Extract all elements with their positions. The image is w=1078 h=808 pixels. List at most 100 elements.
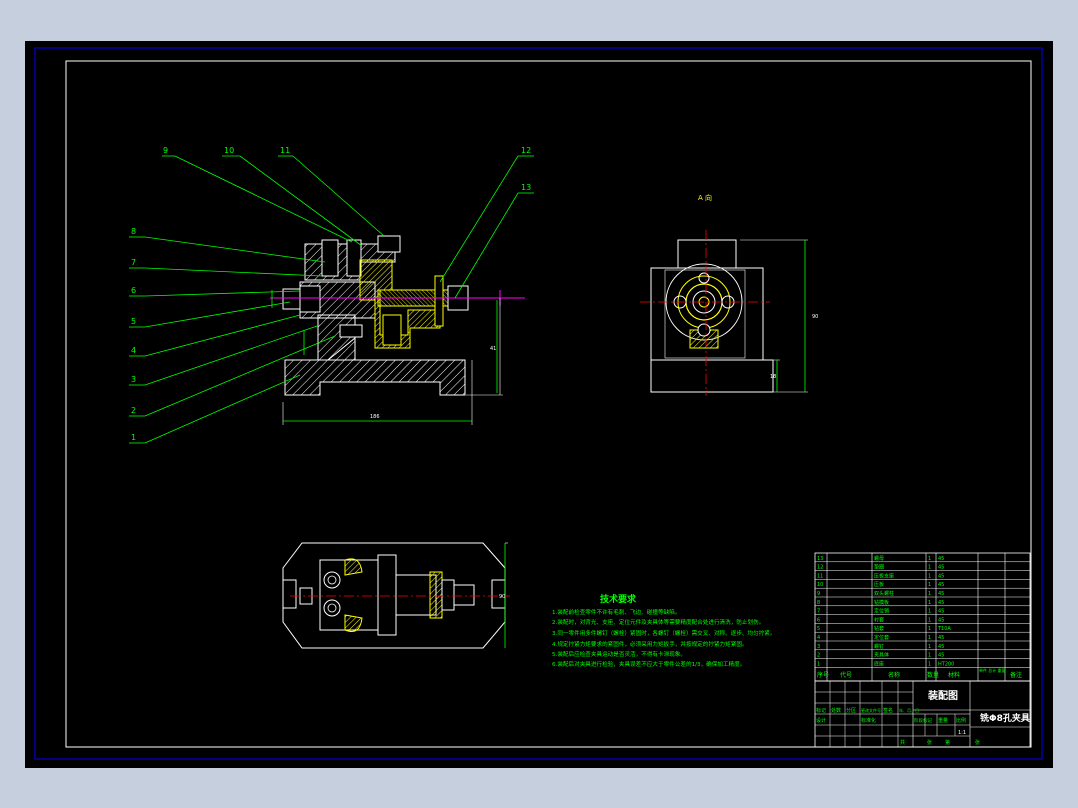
part-no: 3 <box>817 644 820 650</box>
part-qty: 1 <box>928 653 931 659</box>
cad-drawing: 9 10 11 12 13 8 7 6 5 4 3 2 1 186 41 A 向 <box>25 41 1053 768</box>
label-total: 共 <box>900 739 905 746</box>
label-standard: 标准化 <box>861 717 876 724</box>
part-qty: 1 <box>928 556 931 562</box>
part-name: 钻套 <box>874 625 884 632</box>
part-no: 12 <box>817 565 823 571</box>
label-design: 设计 <box>816 717 826 724</box>
part-material: 45 <box>938 582 944 588</box>
tech-item-5: 5.装配后应检查夹具运动是否灵活，不得有卡滞现象。 <box>552 650 686 658</box>
label-scale: 比例 <box>956 717 966 724</box>
part-material: HT200 <box>938 661 954 667</box>
part-no: 7 <box>817 609 820 615</box>
part-no: 6 <box>817 617 820 623</box>
part-no: 13 <box>817 556 823 562</box>
leader-7: 7 <box>131 258 136 267</box>
dim-186: 186 <box>370 414 380 420</box>
leader-12: 12 <box>521 146 531 155</box>
label-change-doc: 更改文件号 <box>861 707 881 713</box>
part-name: 螺母 <box>874 555 884 562</box>
col-header-name: 名称 <box>888 671 900 679</box>
part-no: 5 <box>817 626 820 632</box>
part-no: 1 <box>817 661 820 667</box>
part-qty: 1 <box>928 565 931 571</box>
part-no: 9 <box>817 591 820 597</box>
label-date: 年、月、日 <box>899 707 919 713</box>
tech-item-3: 3.同一零件用多件螺钉（螺栓）紧固时，各螺钉（螺栓）需交叉、对称、逐步、均匀拧紧… <box>552 629 776 637</box>
label-sheet: 张 <box>975 739 980 746</box>
leader-3: 3 <box>131 375 136 384</box>
part-qty: 1 <box>928 609 931 615</box>
part-qty: 1 <box>928 626 931 632</box>
part-name: 压板 <box>874 581 884 588</box>
part-name: 垫圈 <box>874 564 884 571</box>
part-material: 45 <box>938 644 944 650</box>
col-header-material: 材料 <box>948 671 960 679</box>
leader-2: 2 <box>131 406 136 415</box>
part-no: 8 <box>817 600 820 606</box>
leader-10: 10 <box>224 146 234 155</box>
part-name: 定位销 <box>874 608 889 615</box>
part-material: 45 <box>938 600 944 606</box>
screw-top <box>321 239 339 277</box>
leader-9: 9 <box>163 146 168 155</box>
tech-title: 技术要求 <box>600 593 637 605</box>
tech-item-4: 4.规定拧紧力矩要求的紧固件，必须采用力矩扳手，并按规定的拧紧力矩紧固。 <box>552 640 748 648</box>
dim-18: 18 <box>770 374 776 380</box>
part-material: 45 <box>938 565 944 571</box>
label-sign: 签名 <box>883 707 893 714</box>
leader-11: 11 <box>280 146 290 155</box>
leader-13: 13 <box>521 183 531 192</box>
part-no: 2 <box>817 653 820 659</box>
col-header-qty: 数量 <box>927 671 939 679</box>
tech-item-2: 2.装配时，对背光、支座、定位元件及夹具体等需要精度配合处进行清洗，防止划伤。 <box>552 618 764 626</box>
part-qty: 1 <box>928 617 931 623</box>
part-name: 底座 <box>874 660 884 667</box>
part-name: 衬套 <box>874 616 884 623</box>
leader-8: 8 <box>131 227 136 236</box>
label-count: 处数 <box>831 707 841 714</box>
part-qty: 1 <box>928 661 931 667</box>
clamp-knob <box>377 235 401 253</box>
part-material: 45 <box>938 653 944 659</box>
drawing-name: 铣Φ8孔夹具 <box>980 712 1030 724</box>
part-name: 钻模板 <box>874 599 889 606</box>
leader-6: 6 <box>131 286 136 295</box>
part-material: 45 <box>938 556 944 562</box>
label-sheet-no: 第 <box>945 739 950 746</box>
part-material: 45 <box>938 573 944 579</box>
label-weight: 重量 <box>938 717 948 724</box>
part-name: 双头螺柱 <box>874 590 894 597</box>
washer <box>434 275 444 327</box>
view-label-a: A 向 <box>698 193 712 202</box>
label-zone: 分区 <box>846 707 856 714</box>
sheet-background <box>25 41 1053 768</box>
label-stage: 阶段标记 <box>914 717 932 724</box>
tech-item-1: 1.装配前检查零件不许有毛刺、飞边、碰撞等缺陷。 <box>552 608 680 616</box>
part-qty: 1 <box>928 573 931 579</box>
tech-item-6: 6.装配后对夹具进行检验，夹具误差不应大于零件公差的1/3，确保加工精度。 <box>552 660 745 668</box>
part-no: 10 <box>817 582 823 588</box>
col-header-remark: 备注 <box>1010 671 1022 679</box>
part-material: T10A <box>937 626 951 632</box>
part-material: 45 <box>938 635 944 641</box>
part-qty: 1 <box>928 644 931 650</box>
leader-4: 4 <box>131 346 136 355</box>
dim-90: 90 <box>812 314 818 320</box>
part-name: 夹具体 <box>874 652 889 659</box>
part-no: 11 <box>817 573 823 579</box>
part-name: 螺钉 <box>874 643 884 650</box>
part-qty: 1 <box>928 635 931 641</box>
leader-1: 1 <box>131 433 136 442</box>
label-mark: 标记 <box>816 707 826 714</box>
dim-41: 41 <box>490 346 496 352</box>
col-header-weight: 单件 总计 重量 <box>979 667 1006 673</box>
part-material: 45 <box>938 609 944 615</box>
col-header-code: 代号 <box>840 671 852 679</box>
col-header-no: 序号 <box>817 671 829 679</box>
part-qty: 1 <box>928 600 931 606</box>
part-material: 45 <box>938 591 944 597</box>
part-qty: 1 <box>928 582 931 588</box>
part-name: 压板支座 <box>874 572 894 579</box>
dim-plan-90: 90 <box>499 594 505 600</box>
